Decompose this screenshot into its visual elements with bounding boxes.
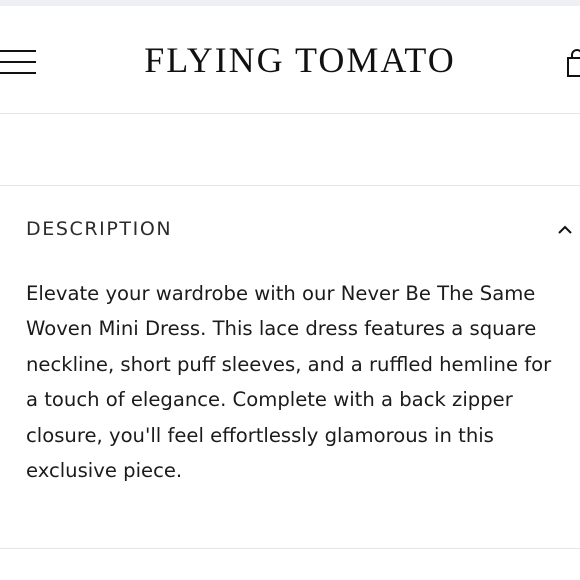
brand-logo[interactable]: FLYING TOMATO bbox=[130, 36, 470, 84]
site-header: FLYING TOMATO bbox=[0, 6, 580, 114]
description-title: DESCRIPTION bbox=[26, 218, 173, 240]
description-accordion-header[interactable]: DESCRIPTION bbox=[0, 186, 580, 276]
section-divider-bottom bbox=[0, 548, 580, 549]
description-text: Elevate your wardrobe with our Never Be … bbox=[26, 282, 552, 483]
chevron-up-icon[interactable] bbox=[557, 224, 573, 236]
shopping-bag-icon[interactable] bbox=[566, 48, 580, 78]
hamburger-menu-icon[interactable] bbox=[0, 50, 36, 74]
